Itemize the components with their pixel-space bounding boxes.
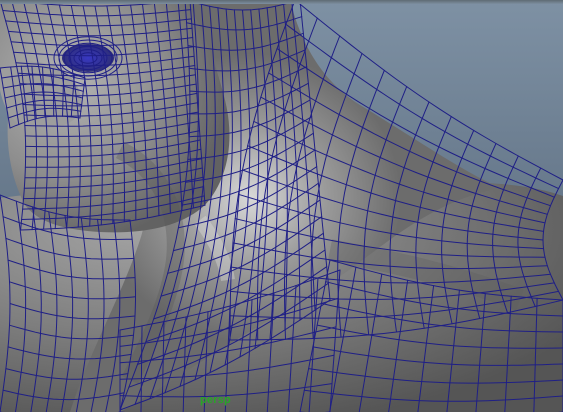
camera-label: persp <box>200 394 231 406</box>
viewport-render[interactable] <box>0 0 563 412</box>
viewport-panel[interactable]: persp <box>0 0 563 412</box>
viewport-top-edge <box>0 0 563 4</box>
